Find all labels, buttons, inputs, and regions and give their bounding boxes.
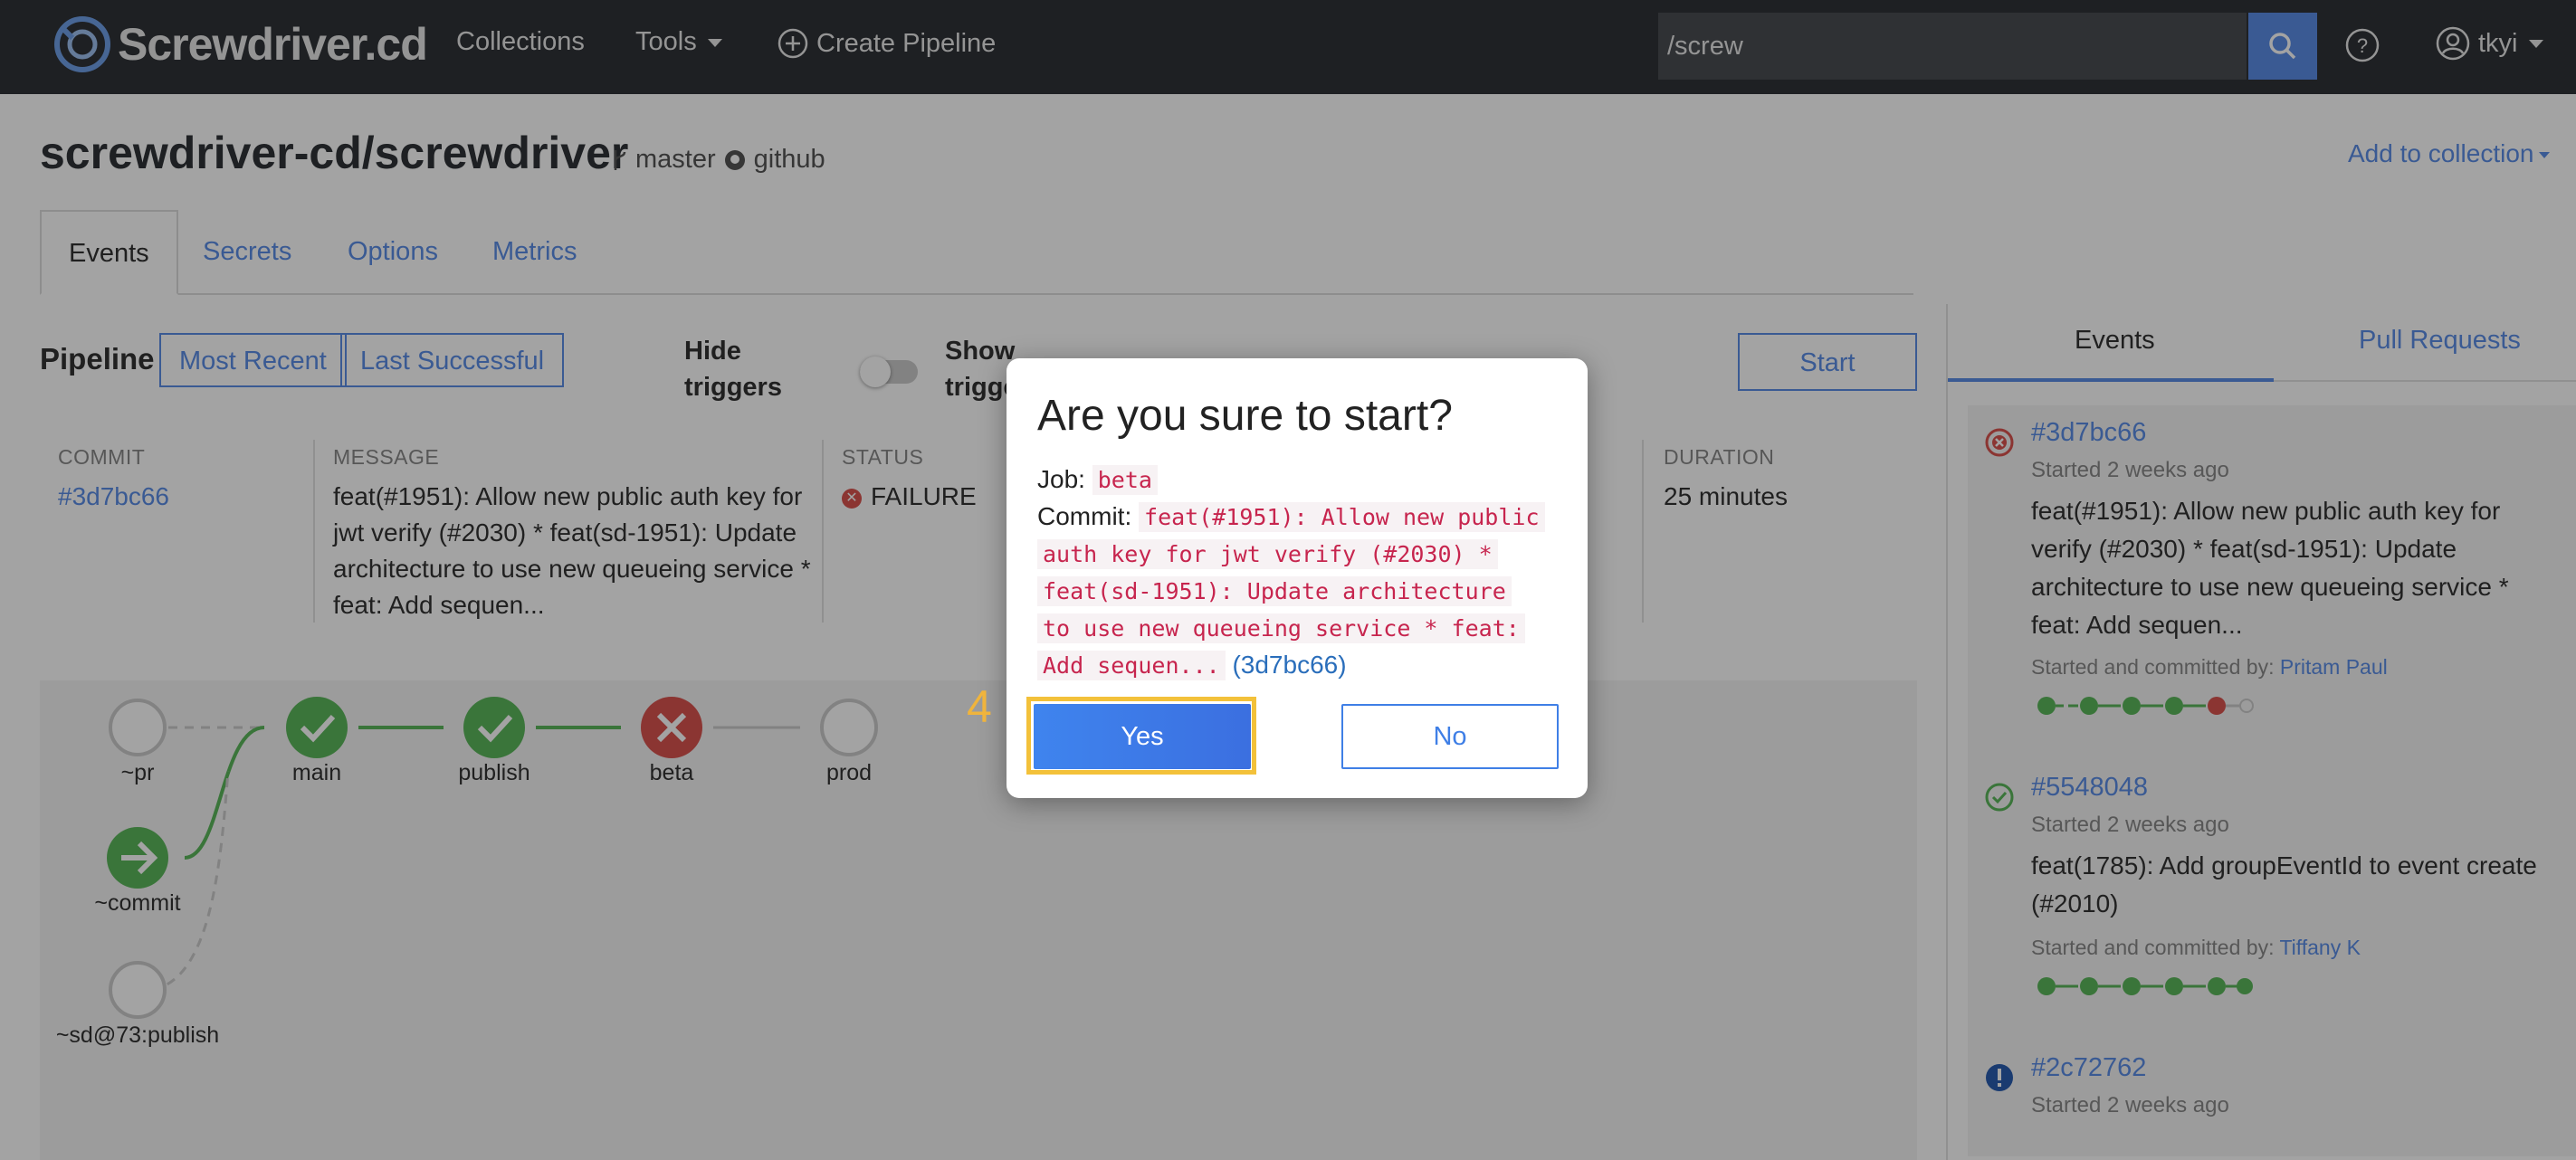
commit-message-line: auth key for jwt verify (#2030) * bbox=[1037, 539, 1498, 569]
dialog-body: Job: beta Commit: feat(#1951): Allow new… bbox=[1037, 461, 1571, 684]
commit-message-line: Add sequen... bbox=[1037, 651, 1226, 680]
yes-button[interactable]: Yes bbox=[1034, 704, 1251, 769]
job-label: Job: bbox=[1037, 465, 1085, 493]
dialog-title: Are you sure to start? bbox=[1037, 392, 1453, 440]
no-button[interactable]: No bbox=[1341, 704, 1559, 769]
commit-message-line: feat(sd-1951): Update architecture bbox=[1037, 576, 1512, 606]
job-row: Job: beta bbox=[1037, 461, 1571, 499]
commit-sha-link[interactable]: (3d7bc66) bbox=[1232, 651, 1346, 679]
commit-message-line: to use new queueing service * feat: bbox=[1037, 613, 1525, 643]
commit-row: Commit: feat(#1951): Allow new public au… bbox=[1037, 499, 1571, 684]
job-name: beta bbox=[1092, 465, 1158, 495]
commit-message-line: feat(#1951): Allow new public bbox=[1139, 502, 1545, 532]
commit-label: Commit: bbox=[1037, 502, 1132, 530]
step-marker: 4 bbox=[967, 681, 992, 732]
